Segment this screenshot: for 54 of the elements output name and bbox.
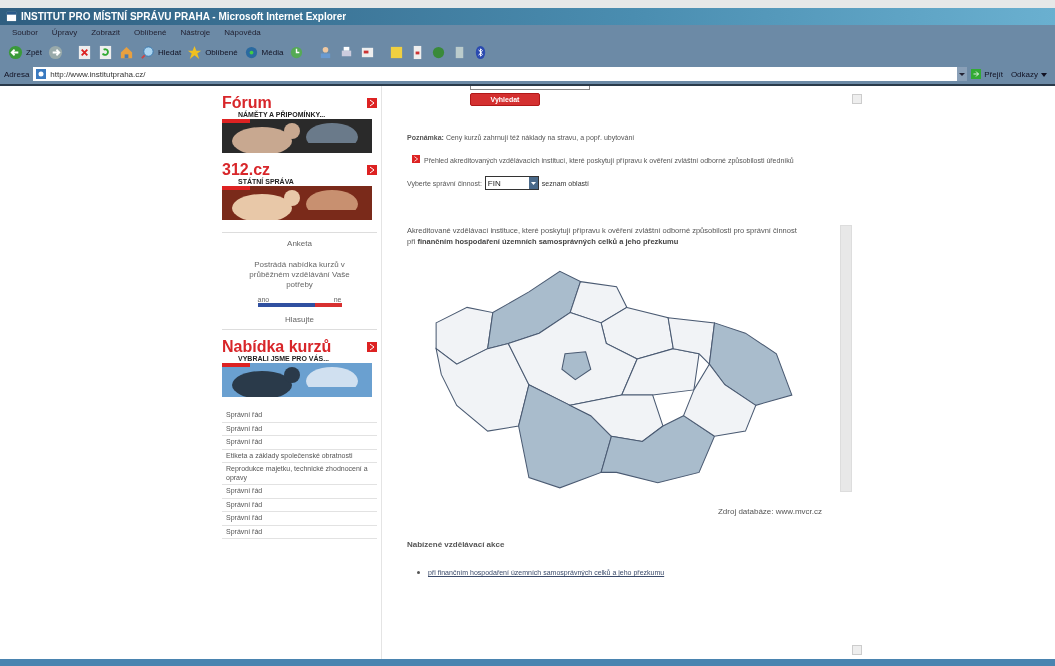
map-region[interactable] <box>600 415 716 484</box>
menu-item[interactable]: Nápověda <box>224 28 261 37</box>
folder-icon[interactable] <box>389 44 405 60</box>
map-region[interactable] <box>435 306 494 365</box>
browser-icon <box>6 11 17 22</box>
banner-title[interactable]: 312.cz <box>222 162 271 178</box>
poll-question: Postrádá nabídka kurzů v průběžném vzdělávání Vaše potřeby <box>248 260 351 290</box>
search-icon <box>140 44 155 60</box>
scrollbar[interactable] <box>840 225 852 492</box>
offers-heading: Nabízené vzdělávací akce <box>407 540 506 549</box>
menu-item[interactable]: Soubor <box>12 28 38 37</box>
disc-icon <box>243 44 259 60</box>
map-region[interactable] <box>569 281 628 324</box>
back-button[interactable]: Zpět <box>8 44 42 60</box>
caret-icon <box>1041 72 1047 77</box>
arrow-icon[interactable] <box>367 342 377 352</box>
menu-item[interactable]: Zobrazit <box>91 28 121 37</box>
poll-title: Anketa <box>287 239 312 248</box>
forward-icon[interactable] <box>48 44 63 60</box>
activity-select[interactable]: FIN <box>484 176 539 190</box>
arrow-icon <box>412 155 420 163</box>
arrow-icon[interactable] <box>367 98 377 108</box>
menu-item[interactable]: Oblíbené <box>134 28 167 37</box>
map-region[interactable] <box>487 270 582 350</box>
search-button[interactable]: Hledat <box>140 44 182 60</box>
star-icon <box>187 44 203 60</box>
map-region[interactable] <box>518 384 612 489</box>
media-button[interactable]: Média <box>243 44 284 60</box>
window-title: INSTITUT PRO MÍSTNÍ SPRÁVU PRAHA - Microsoft Internet Explorer <box>21 11 347 22</box>
refresh-icon[interactable] <box>98 44 113 60</box>
map-region[interactable] <box>620 348 700 396</box>
go-arrow-icon <box>971 69 982 79</box>
stop-icon[interactable] <box>77 44 92 60</box>
map-region[interactable] <box>708 322 793 406</box>
go-button[interactable]: Přejít <box>971 69 1003 79</box>
map-region[interactable] <box>568 394 664 442</box>
banner-title[interactable]: Fórum <box>222 95 272 111</box>
vote-link[interactable]: Hlasujte <box>285 315 314 324</box>
menu-item[interactable]: Nástroje <box>180 28 211 37</box>
map-region[interactable] <box>561 351 592 381</box>
menu-item[interactable]: Úpravy <box>51 28 78 37</box>
map-region[interactable] <box>667 317 716 366</box>
address-label: Adresa <box>4 69 30 79</box>
address-field[interactable]: http://www.institutpraha.cz/ <box>33 67 968 81</box>
map-region[interactable] <box>600 306 674 360</box>
source-text: Zdroj databáze: www.mvcr.cz <box>717 507 822 516</box>
map-region[interactable] <box>682 363 757 437</box>
favorites-button[interactable]: Oblíbené <box>187 44 238 60</box>
history-icon[interactable] <box>289 44 305 60</box>
banner-title[interactable]: Nabídka kurzů <box>222 339 332 355</box>
arrow-icon[interactable] <box>367 165 377 175</box>
links-button[interactable]: Odkazy <box>1006 69 1051 79</box>
bullet-icon <box>417 571 420 574</box>
page-icon <box>36 69 47 79</box>
